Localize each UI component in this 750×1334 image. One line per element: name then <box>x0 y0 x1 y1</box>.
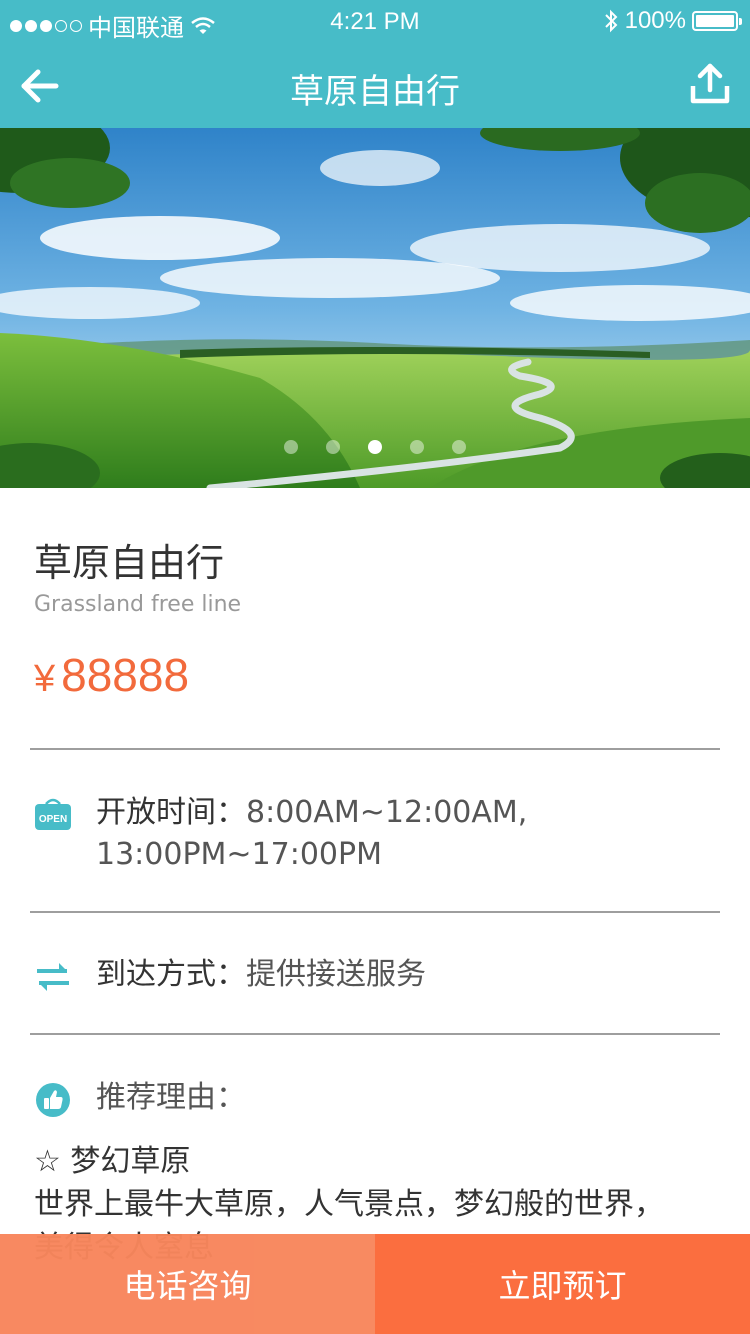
phone-consult-button[interactable]: 电话咨询 <box>0 1234 375 1334</box>
reason-line-2: 世界上最牛大草原，人气景点，梦幻般的世界， <box>34 1187 664 1222</box>
battery-icon <box>692 11 742 31</box>
recommend-row: 推荐理由： <box>34 1077 246 1119</box>
arrival-value: 提供接送服务 <box>246 957 426 992</box>
product-title: 草原自由行 <box>34 541 225 585</box>
product-subtitle: Grassland free line <box>34 592 242 617</box>
battery-percent: 100% <box>624 7 686 34</box>
arrival-text: 到达方式：提供接送服务 <box>96 954 426 996</box>
nav-bar: 草原自由行 <box>0 44 750 128</box>
carousel-dot[interactable] <box>410 440 424 454</box>
carousel-dot[interactable] <box>326 440 340 454</box>
carousel-dot[interactable] <box>452 440 466 454</box>
divider <box>30 748 720 750</box>
carousel-indicators <box>0 440 750 454</box>
arrival-label: 到达方式： <box>96 957 246 992</box>
product-price: ¥88888 <box>34 648 189 702</box>
thumbs-up-icon <box>36 1083 70 1117</box>
book-now-button[interactable]: 立即预订 <box>375 1234 750 1334</box>
bluetooth-icon <box>604 9 618 33</box>
recommend-label: 推荐理由： <box>96 1080 246 1115</box>
open-time-value-2: 13:00PM~17:00PM <box>96 837 382 872</box>
bottom-action-bar: 电话咨询 立即预订 <box>0 1234 750 1334</box>
arrival-row: 到达方式：提供接送服务 <box>34 954 426 996</box>
open-time-value-1: 8:00AM~12:00AM, <box>246 795 528 830</box>
hero-image-carousel[interactable] <box>0 128 750 488</box>
status-right: 100% <box>603 7 742 35</box>
swap-arrows-icon <box>37 963 69 991</box>
divider <box>30 911 720 913</box>
open-sign-icon: OPEN <box>35 798 71 830</box>
share-upload-icon[interactable] <box>688 62 732 106</box>
carousel-dot-active[interactable] <box>368 440 382 454</box>
open-icon-text: OPEN <box>39 814 67 825</box>
currency-symbol: ¥ <box>34 658 56 700</box>
status-bar: 中国联通 4:21 PM 100% <box>0 0 750 44</box>
open-time-text: 开放时间：8:00AM~12:00AM, 13:00PM~17:00PM <box>96 792 527 876</box>
nav-title: 草原自由行 <box>290 72 460 112</box>
open-time-row: OPEN 开放时间：8:00AM~12:00AM, 13:00PM~17:00P… <box>34 792 527 876</box>
price-value: 88888 <box>61 649 190 701</box>
divider <box>30 1033 720 1035</box>
grassland-landscape-image <box>0 128 750 488</box>
reason-line-1: ☆ 梦幻草原 <box>34 1144 191 1179</box>
carousel-dot[interactable] <box>284 440 298 454</box>
open-time-label: 开放时间： <box>96 795 246 830</box>
